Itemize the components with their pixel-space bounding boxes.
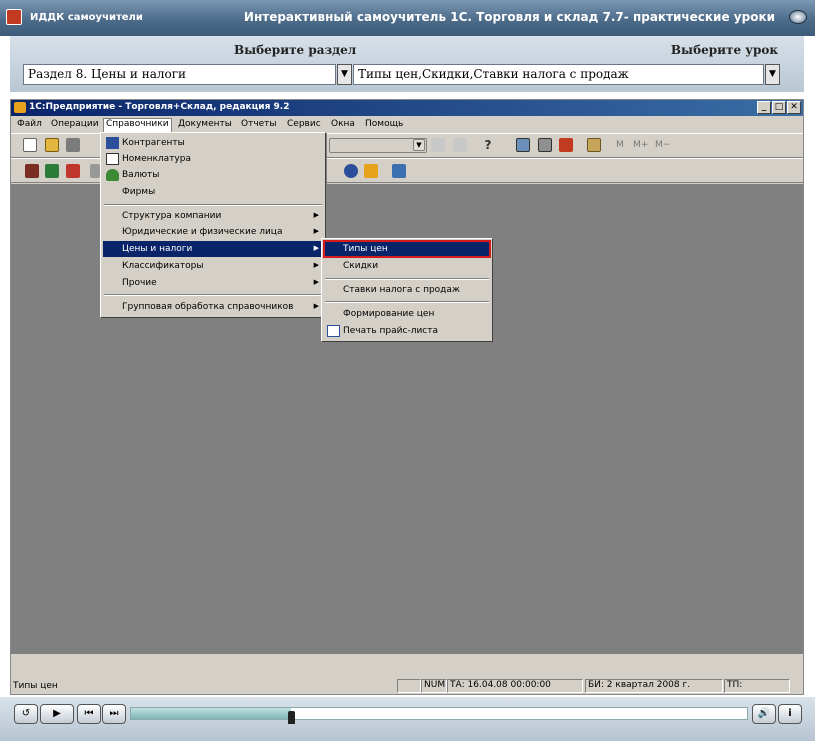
money-bag-icon	[106, 169, 119, 181]
find-next-icon[interactable]	[453, 138, 467, 152]
menu-item-print-pricelist[interactable]: Печать прайс-листа	[324, 323, 490, 339]
submenu-arrow-icon: ▶	[313, 244, 319, 252]
menu-service[interactable]: Сервис	[287, 119, 321, 129]
outer-app-name: ИДДК самоучители	[30, 12, 143, 23]
submenu-arrow-icon: ▶	[313, 211, 319, 219]
submenu-arrow-icon: ▶	[313, 302, 319, 310]
menu-item-currencies[interactable]: Валюты	[103, 167, 323, 183]
save-icon[interactable]	[66, 138, 80, 152]
minimize-button[interactable]: _	[757, 101, 771, 114]
status-bi: БИ: 2 квартал 2008 г.	[585, 679, 723, 693]
menu-separator	[325, 301, 489, 303]
book-icon[interactable]	[587, 138, 601, 152]
info-button[interactable]: i	[778, 704, 802, 724]
outer-title: Интерактивный самоучитель 1С. Торговля и…	[243, 10, 775, 24]
lesson-header: Выберите урок	[670, 43, 778, 57]
section-select[interactable]: Раздел 8. Цены и налоги	[23, 64, 336, 85]
option-icon[interactable]	[90, 164, 100, 178]
combo-arrow-icon[interactable]: ▼	[413, 139, 425, 151]
status-ta: ТА: 16.04.08 00:00:00	[447, 679, 583, 693]
menu-item-structure[interactable]: Структура компании ▶	[103, 208, 323, 224]
print-pricelist-icon	[327, 325, 340, 337]
submenu-arrow-icon: ▶	[313, 227, 319, 235]
calculator-icon[interactable]	[516, 138, 530, 152]
menu-item-contractors[interactable]: Контрагенты	[103, 135, 323, 151]
folder-action-icon[interactable]	[364, 164, 378, 178]
lesson-dropdown-icon[interactable]: ▼	[765, 64, 780, 85]
report-icon[interactable]	[392, 164, 406, 178]
lesson-select[interactable]: Типы цен,Скидки,Ставки налога с продаж	[353, 64, 764, 85]
sound-button[interactable]: 🔊	[752, 704, 776, 724]
status-text: Типы цен	[13, 681, 58, 691]
replay-button[interactable]: ↺	[14, 704, 38, 724]
menu-item-other[interactable]: Прочие ▶	[103, 275, 323, 291]
menu-separator	[325, 278, 489, 280]
close-button[interactable]: ✕	[787, 101, 801, 114]
tool-icon[interactable]	[559, 138, 573, 152]
globe-icon[interactable]	[344, 164, 358, 178]
menu-item-group-processing[interactable]: Групповая обработка справочников ▶	[103, 299, 323, 315]
menu-bar: Файл Операции Справочники Документы Отче…	[11, 117, 803, 133]
menu-operations[interactable]: Операции	[51, 119, 99, 129]
player-bar: ↺ ▶ ⏮ ⏭ 🔊 i	[0, 697, 815, 741]
memory-plus-button[interactable]: M+	[633, 140, 648, 150]
references-menu: Контрагенты Номенклатура Валюты Фирмы Ст…	[100, 132, 326, 318]
next-button[interactable]: ⏭	[102, 704, 126, 724]
progress-thumb[interactable]	[288, 711, 295, 724]
section-dropdown-icon[interactable]: ▼	[337, 64, 352, 85]
previous-button[interactable]: ⏮	[77, 704, 101, 724]
outer-title-bar: ИДДК самоучители Интерактивный самоучите…	[0, 0, 815, 36]
status-bar: Типы цен NUM ТА: 16.04.08 00:00:00 БИ: 2…	[11, 679, 803, 694]
window-title: 1С:Предприятие - Торговля+Склад, редакци…	[29, 102, 290, 112]
progress-fill	[131, 708, 292, 719]
menu-item-price-formation[interactable]: Формирование цен	[324, 306, 490, 322]
nomenclature-icon	[106, 153, 119, 165]
menu-file[interactable]: Файл	[17, 119, 42, 129]
prices-submenu: Типы цен Скидки Ставки налога с продаж Ф…	[321, 238, 493, 342]
section-header: Выберите раздел	[234, 43, 357, 57]
menu-item-price-types[interactable]: Типы цен	[323, 240, 491, 258]
find-icon[interactable]	[431, 138, 445, 152]
maximize-button[interactable]: □	[772, 101, 786, 114]
import-icon[interactable]	[45, 164, 59, 178]
submenu-arrow-icon: ▶	[313, 278, 319, 286]
window-title-bar: 1С:Предприятие - Торговля+Склад, редакци…	[11, 100, 803, 116]
menu-item-nomenclature[interactable]: Номенклатура	[103, 151, 323, 167]
open-folder-icon[interactable]	[45, 138, 59, 152]
menu-separator	[104, 204, 322, 206]
menu-documents[interactable]: Документы	[178, 119, 232, 129]
help-question-icon[interactable]: ?	[481, 138, 495, 152]
menu-windows[interactable]: Окна	[331, 119, 355, 129]
menu-references[interactable]: Справочники	[103, 118, 172, 133]
contractors-icon	[106, 137, 119, 149]
play-button[interactable]: ▶	[40, 704, 74, 724]
menu-item-legal-persons[interactable]: Юридические и физические лица ▶	[103, 224, 323, 240]
menu-reports[interactable]: Отчеты	[241, 119, 277, 129]
menu-item-firms[interactable]: Фирмы	[103, 184, 323, 200]
menu-item-prices-taxes[interactable]: Цены и налоги ▶	[103, 241, 323, 257]
journal-icon[interactable]	[25, 164, 39, 178]
status-empty	[397, 679, 421, 693]
calendar-icon[interactable]	[538, 138, 552, 152]
menu-item-classifiers[interactable]: Классификаторы ▶	[103, 258, 323, 274]
menu-separator	[104, 294, 322, 296]
new-document-icon[interactable]	[23, 138, 37, 152]
submenu-arrow-icon: ▶	[313, 261, 319, 269]
progress-track[interactable]	[130, 707, 748, 724]
app-logo-icon	[6, 9, 22, 25]
selector-panel: Выберите раздел Выберите урок Раздел 8. …	[10, 36, 804, 92]
memory-m-button[interactable]: M	[616, 140, 624, 150]
1c-app-icon	[14, 102, 26, 113]
memory-minus-button[interactable]: M−	[655, 140, 670, 150]
status-tp: ТП:	[724, 679, 790, 693]
export-icon[interactable]	[66, 164, 80, 178]
menu-help[interactable]: Помощь	[365, 119, 403, 129]
orb-button-icon[interactable]	[789, 10, 807, 24]
menu-item-sales-tax-rates[interactable]: Ставки налога с продаж	[324, 282, 490, 298]
status-num: NUM	[421, 679, 447, 693]
menu-item-discounts[interactable]: Скидки	[324, 258, 490, 274]
